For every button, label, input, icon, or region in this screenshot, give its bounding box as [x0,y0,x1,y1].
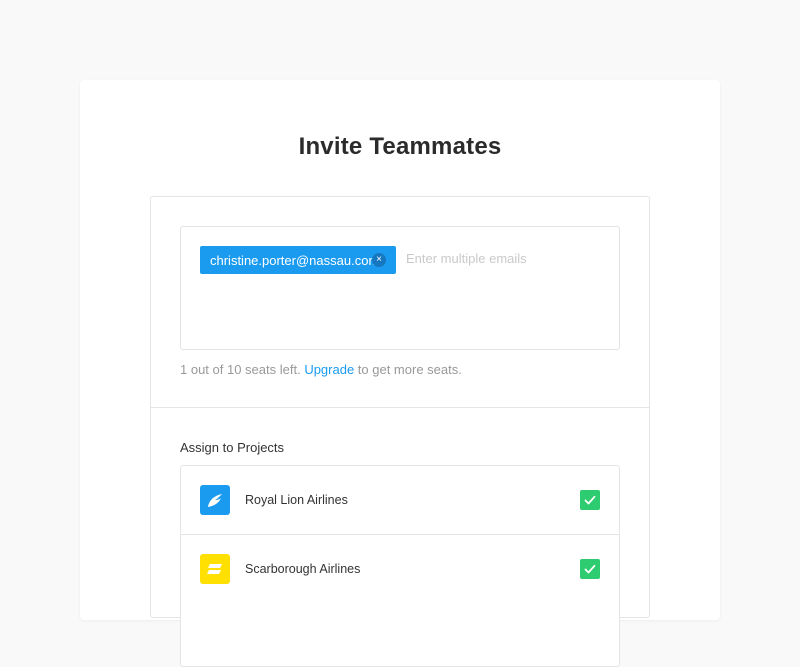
project-row-scarborough[interactable]: Scarborough Airlines [181,534,619,603]
upgrade-link[interactable]: Upgrade [304,362,354,377]
section-divider [151,407,649,408]
project-name: Scarborough Airlines [245,562,361,576]
email-entry-box[interactable]: christine.porter@nassau.com × [180,226,620,350]
seats-count-text: 1 out of 10 seats left. [180,362,305,377]
stripes-logo-icon [200,554,230,584]
seats-suffix-text: to get more seats. [354,362,462,377]
assign-projects-heading: Assign to Projects [180,440,285,455]
email-chip-label: christine.porter@nassau.com [210,252,380,268]
email-chip: christine.porter@nassau.com × [200,246,396,274]
page-title: Invite Teammates [298,133,502,160]
checkbox-checked-icon[interactable] [580,559,600,579]
email-input[interactable] [406,251,596,266]
project-list: Royal Lion Airlines Scarborough Airlines [180,465,620,667]
project-row-royal-lion[interactable]: Royal Lion Airlines [181,466,619,534]
project-name: Royal Lion Airlines [245,493,348,507]
wing-logo-icon [200,485,230,515]
close-icon[interactable]: × [372,253,386,267]
checkbox-checked-icon[interactable] [580,490,600,510]
seats-remaining-text: 1 out of 10 seats left. Upgrade to get m… [180,362,462,377]
invite-panel: christine.porter@nassau.com × 1 out of 1… [150,196,650,667]
